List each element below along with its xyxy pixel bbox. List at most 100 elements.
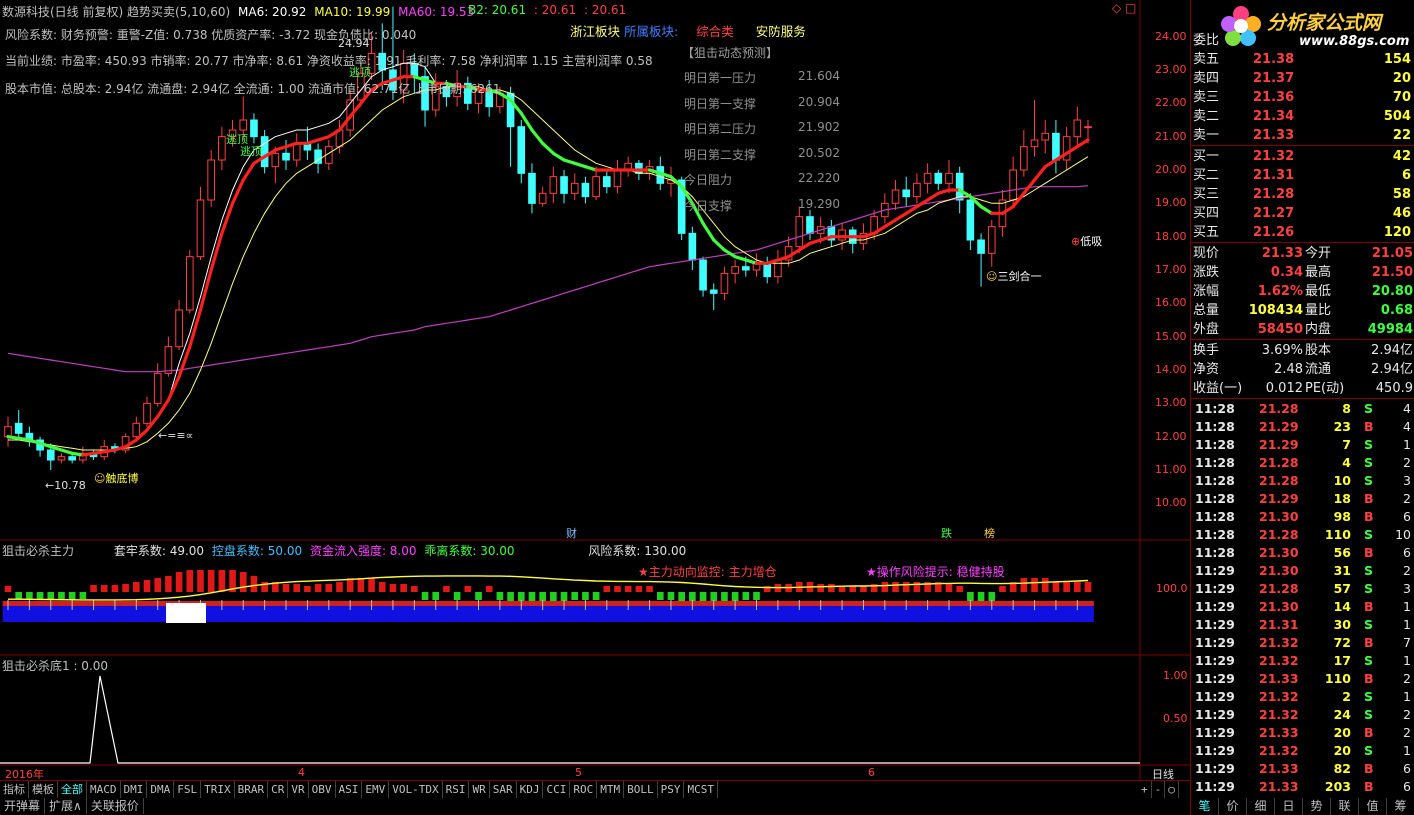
tick-row: 11:28 21.29 7 S 1 — [1191, 436, 1414, 454]
quote-tab[interactable]: 值 — [1359, 798, 1387, 815]
candle — [196, 186, 205, 260]
tab-trix[interactable]: TRIX — [201, 781, 235, 798]
tick-row: 11:29 21.32 24 S 2 — [1191, 706, 1414, 724]
indicator-bar — [336, 582, 343, 592]
price-tick: 22.00 — [1155, 96, 1187, 110]
indicator-red-band — [719, 601, 731, 606]
tick-side: B — [1364, 725, 1374, 740]
price-tick: 11.00 — [1155, 463, 1187, 476]
indicator-bar — [400, 584, 407, 592]
related-quote-button[interactable]: 关联报价 — [87, 798, 144, 814]
stat-label-2: 最高 — [1305, 265, 1332, 280]
tab-dma[interactable]: DMA — [147, 781, 175, 798]
tick-side: S — [1364, 455, 1374, 470]
stat2-value-2: 450.9 — [1375, 381, 1413, 396]
tab-cr[interactable]: CR — [268, 781, 289, 798]
tab-mcst[interactable]: MCST — [684, 781, 718, 798]
marker-cai[interactable]: 财 — [566, 525, 577, 541]
forecast-value: 19.290 — [798, 196, 840, 211]
tab-mtm[interactable]: MTM — [597, 781, 625, 798]
circle-button[interactable]: ○ — [1165, 781, 1179, 798]
indicator-bar — [1052, 582, 1060, 592]
zoom-in-button[interactable]: + — [1138, 781, 1152, 798]
candlestick-chart[interactable] — [0, 0, 1190, 780]
tab-asi[interactable]: ASI — [336, 781, 363, 798]
marker-bang[interactable]: 榜 — [984, 525, 995, 541]
tab-dmi[interactable]: DMI — [121, 781, 148, 798]
tick-count: 7 — [1403, 635, 1411, 650]
bid-row[interactable]: 买四 21.27 46 — [1191, 204, 1414, 223]
quote-tab[interactable]: 筹 — [1387, 798, 1414, 815]
indicator-bar — [667, 592, 675, 600]
tab-全部[interactable]: 全部 — [58, 781, 87, 798]
bid-row[interactable]: 买一 21.32 42 — [1191, 147, 1414, 166]
tick-time: 11:28 — [1195, 401, 1235, 416]
indicator-red-band — [590, 601, 602, 606]
top-right-controls[interactable]: ◇ □ — [1112, 1, 1136, 15]
tab-sar[interactable]: SAR — [490, 781, 517, 798]
chart-area[interactable]: 数源科技(日线 前复权) 趋势买卖(5,10,60) MA6: 20.92 MA… — [0, 0, 1190, 781]
tab-macd[interactable]: MACD — [87, 781, 121, 798]
ask-row[interactable]: 卖五 21.38 154 — [1191, 50, 1414, 69]
quote-tab[interactable]: 价 — [1219, 798, 1247, 815]
tab-模板[interactable]: 模板 — [29, 781, 58, 798]
tab-vr[interactable]: VR — [288, 781, 309, 798]
tab-boll[interactable]: BOLL — [624, 781, 658, 798]
ma10-label: MA10: 19.99 — [314, 5, 391, 19]
tick-count: 2 — [1403, 491, 1411, 506]
tab-emv[interactable]: EMV — [362, 781, 390, 798]
indicator-bar — [496, 592, 504, 600]
danmaku-button[interactable]: 开弹幕 — [0, 798, 46, 814]
tab-指标[interactable]: 指标 — [0, 781, 29, 798]
tab-rsi[interactable]: RSI — [443, 781, 470, 798]
tick-time: 11:29 — [1195, 635, 1235, 650]
ask-row[interactable]: 卖二 21.34 504 — [1191, 107, 1414, 126]
bid-row[interactable]: 买三 21.28 58 — [1191, 185, 1414, 204]
zoom-out-button[interactable]: - — [1152, 781, 1166, 798]
indicator2-title[interactable]: 狙击必杀底1 : 0.00 — [2, 657, 108, 674]
tab-vol-tdx[interactable]: VOL-TDX — [389, 781, 443, 798]
bid-row[interactable]: 买二 21.31 6 — [1191, 166, 1414, 185]
indicator-bar — [892, 582, 899, 592]
tick-volume: 4 — [1342, 455, 1351, 470]
tab-brar[interactable]: BRAR — [235, 781, 269, 798]
tab-psy[interactable]: PSY — [658, 781, 685, 798]
indicator-bar — [154, 578, 162, 592]
ask-label: 卖一 — [1193, 128, 1220, 143]
quote-tab[interactable]: 势 — [1303, 798, 1331, 815]
indicator-red-band — [13, 601, 25, 606]
tick-volume: 20 — [1333, 725, 1351, 740]
ask-row[interactable]: 卖四 21.37 20 — [1191, 69, 1414, 88]
tab-fsl[interactable]: FSL — [174, 781, 202, 798]
candle — [1062, 126, 1071, 170]
indicator-base-bar — [890, 604, 902, 622]
sector-value-2[interactable]: 安防服务 — [756, 24, 806, 39]
indicator1-title[interactable]: 狙击必杀主力 — [2, 544, 74, 558]
quote-tab[interactable]: 日 — [1275, 798, 1303, 815]
quote-tab[interactable]: 笔 — [1191, 798, 1219, 815]
indicator-red-band — [740, 601, 752, 606]
sector-value[interactable]: 综合类 — [696, 24, 734, 39]
stat-row: 涨跌 0.34 最高 21.50 — [1191, 263, 1414, 282]
stat-label: 涨跌 — [1193, 265, 1220, 280]
ask-row[interactable]: 卖三 21.36 70 — [1191, 88, 1414, 107]
marker-die[interactable]: 跌 — [941, 525, 952, 541]
ask-row[interactable]: 卖一 21.33 22 — [1191, 126, 1414, 145]
trend-segment — [6, 435, 21, 440]
indicator-red-band — [77, 601, 89, 606]
bid-row[interactable]: 买五 21.26 120 — [1191, 223, 1414, 242]
candle — [987, 220, 996, 267]
tick-row: 11:29 21.28 57 S 3 — [1191, 580, 1414, 598]
tab-cci[interactable]: CCI — [543, 781, 571, 798]
tab-wr[interactable]: WR — [469, 781, 490, 798]
tab-roc[interactable]: ROC — [570, 781, 598, 798]
quote-tab[interactable]: 细 — [1247, 798, 1275, 815]
quote-tab[interactable]: 联 — [1331, 798, 1359, 815]
stat2-label-2: PE(动) — [1305, 381, 1345, 396]
indicator-bar — [175, 572, 183, 592]
candle — [14, 410, 23, 440]
stat-label: 总量 — [1193, 303, 1220, 318]
tab-kdj[interactable]: KDJ — [517, 781, 544, 798]
expand-button[interactable]: 扩展∧ — [45, 798, 87, 814]
tab-obv[interactable]: OBV — [309, 781, 336, 798]
